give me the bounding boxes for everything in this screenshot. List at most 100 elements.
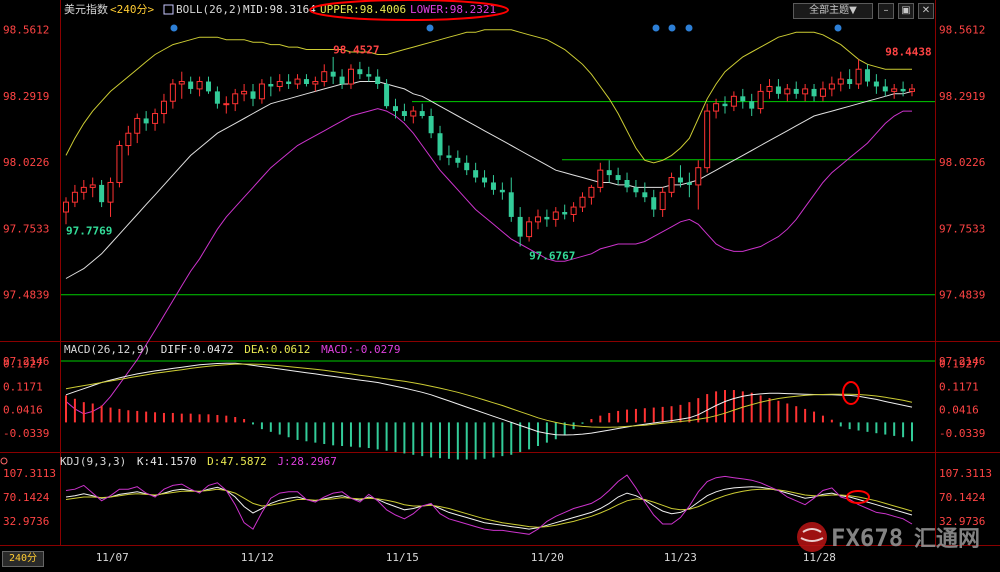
- kdj-k: K:41.1570: [137, 455, 197, 468]
- kdj-header: KDJ(9,3,3) K:41.1570 D:47.5872 J:28.2967: [60, 455, 337, 468]
- price-annotation: 97.7769: [66, 225, 112, 238]
- macd-dea-line: [65, 363, 913, 428]
- candle-body: [437, 133, 443, 156]
- y-tick-label-left: 32.9736: [3, 515, 49, 528]
- watermark-brand: FX678: [831, 524, 903, 552]
- candle-body: [864, 69, 870, 82]
- candle-body: [730, 95, 737, 107]
- y-tick-label-left: 98.2919: [3, 90, 49, 103]
- macd-highlight-circle: [842, 381, 860, 405]
- close-button[interactable]: ✕: [918, 3, 934, 19]
- candle-body: [214, 91, 220, 104]
- theme-dropdown[interactable]: 全部主题▼: [793, 3, 873, 19]
- candle-body: [659, 191, 666, 211]
- y-tick-label-right: 97.4839: [939, 289, 985, 302]
- candle-body: [89, 184, 96, 188]
- boll-label: BOLL(26,2): [176, 3, 242, 16]
- horizontal-lines: [61, 101, 935, 362]
- candle-body: [71, 191, 78, 203]
- candle-body: [552, 211, 559, 220]
- candle-body: [704, 110, 711, 169]
- y-tick-label-right: 70.1424: [939, 491, 986, 504]
- candle-body: [63, 201, 69, 213]
- candle-body: [347, 68, 354, 85]
- candle-body: [686, 182, 692, 185]
- candle-body: [499, 189, 505, 193]
- kdj-settings-icon[interactable]: [0, 457, 8, 465]
- signal-dot: [668, 24, 676, 32]
- period-tab[interactable]: 240分: [2, 551, 44, 567]
- candle-body: [793, 88, 799, 94]
- candle-body: [125, 132, 132, 147]
- candle-body: [446, 155, 452, 158]
- candle-body: [178, 81, 185, 85]
- candle-body: [766, 85, 773, 92]
- y-tick-label-left: 70.1424: [3, 491, 50, 504]
- restore-button[interactable]: ▣: [898, 3, 914, 19]
- y-tick-label-right: 97.7533: [939, 222, 985, 235]
- candle-body: [882, 86, 888, 92]
- candle-body: [490, 182, 496, 190]
- candle-body: [286, 81, 292, 84]
- y-tick-label-left: 98.5612: [3, 24, 49, 37]
- y-tick-label-left: 97.7533: [3, 222, 49, 235]
- boll-lower-label: LOWER:98.2321: [410, 3, 496, 16]
- candle-body: [482, 177, 488, 183]
- candle-body: [579, 196, 586, 208]
- chart-window: 97.7769 98.4527 97.6767 98.4438 98.5612 98.5…: [0, 0, 1000, 568]
- candle-body: [802, 88, 809, 95]
- candle-body: [392, 106, 398, 112]
- candle-body: [464, 162, 470, 171]
- candle-body: [99, 184, 105, 203]
- y-tick-label-left: -0.0339: [3, 427, 49, 440]
- candle-body: [312, 81, 319, 85]
- boll-upper-line: [65, 29, 912, 164]
- candle-body: [196, 81, 203, 90]
- candle-body: [107, 181, 114, 203]
- candle-body: [784, 88, 791, 95]
- macd-name: MACD(26,12,9): [64, 343, 150, 356]
- chart-canvas: 97.7769 98.4527 97.6767 98.4438 98.5612 98.5…: [0, 0, 1000, 564]
- price-annotations: 97.7769 98.4527 97.6767 98.4438: [66, 43, 932, 262]
- candle-body: [321, 71, 328, 83]
- candle-body: [775, 86, 781, 94]
- candle-body: [597, 169, 604, 188]
- candle-body: [188, 81, 194, 89]
- candle-body: [401, 111, 407, 116]
- candle-body: [160, 100, 167, 115]
- candle-body: [837, 78, 844, 85]
- candle-body: [615, 175, 621, 180]
- x-tick-label: 11/07: [96, 551, 129, 564]
- candle-body: [713, 103, 720, 112]
- logo-globe-icon: [797, 522, 827, 552]
- y-tick-label-right: 0.0416: [939, 404, 979, 417]
- candle-body: [588, 186, 595, 198]
- minimize-button[interactable]: –: [878, 3, 894, 19]
- boll-mid-label: MID:98.3164: [243, 3, 316, 16]
- candle-body: [562, 212, 568, 215]
- macd-header: MACD(26,12,9) DIFF:0.0472 DEA:0.0612 MAC…: [64, 343, 401, 356]
- candle-body: [526, 221, 533, 238]
- boll-upper-label: UPPER:98.4006: [320, 3, 406, 16]
- candle-body: [508, 192, 514, 217]
- y-tick-label-right: 98.0226: [939, 156, 985, 169]
- candle-body: [250, 91, 256, 99]
- candle-body: [294, 78, 301, 85]
- candle-body: [695, 167, 702, 186]
- candle-body: [357, 69, 363, 75]
- candle-body: [330, 71, 336, 77]
- period-value: 240分: [117, 3, 148, 16]
- period-label: <240分>: [110, 3, 155, 16]
- y-tick-label-right: 0.1171: [939, 380, 979, 393]
- macd-value: MACD:-0.0279: [321, 343, 400, 356]
- macd-diff-line: [65, 362, 913, 436]
- candle-body: [303, 79, 309, 84]
- candle-body: [258, 83, 265, 100]
- boll-mid-line: [65, 81, 913, 279]
- candle-body: [205, 81, 211, 92]
- candle-body: [651, 197, 657, 210]
- candle-body: [677, 177, 683, 183]
- candle-body: [819, 88, 826, 97]
- candle-body: [410, 110, 417, 117]
- fx678-logo: FX678 汇通网: [797, 522, 980, 552]
